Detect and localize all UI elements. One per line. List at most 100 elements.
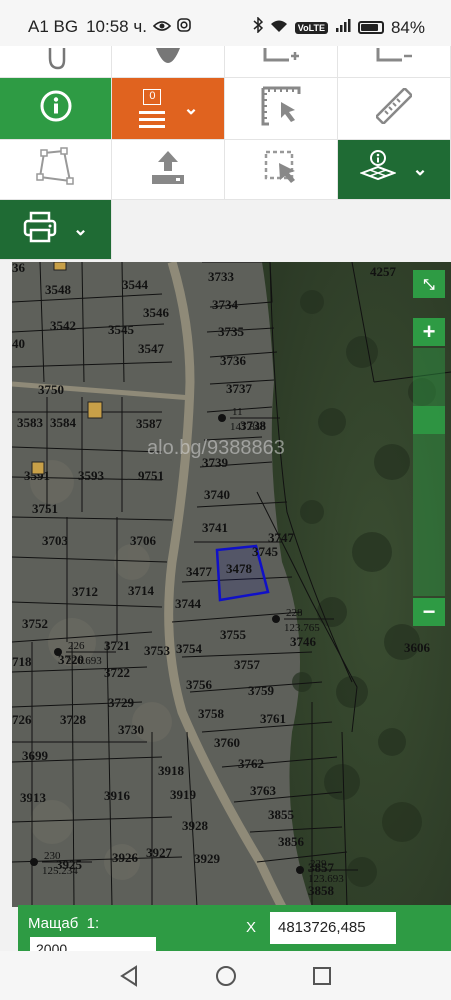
zoom-out-button[interactable]: − (413, 598, 445, 626)
toolbar: 0 ⌄ ⌄ ⌄ (0, 46, 451, 260)
pan-button[interactable] (0, 46, 112, 78)
parcel-label: 3752 (22, 616, 48, 631)
info-button[interactable] (0, 78, 112, 140)
building-marker (31, 461, 45, 475)
zoom-extent-button[interactable] (225, 78, 338, 140)
parcel-label: 3926 (112, 850, 139, 865)
parcel-label: 3928 (182, 818, 209, 833)
upload-button[interactable] (112, 140, 225, 200)
parcel-label: 3478 (226, 561, 253, 576)
parcel-label: 3584 (50, 415, 77, 430)
clock: 10:58 ч. (86, 17, 147, 36)
globe-button[interactable] (112, 46, 225, 78)
building-marker (87, 401, 103, 419)
parcel-label: 3736 (220, 353, 247, 368)
benchmark-elevation: 123.765 (284, 622, 320, 634)
parcel-label: 3739 (202, 455, 229, 470)
parcel-label: 3763 (250, 783, 277, 798)
parcel-label: 3722 (104, 665, 130, 680)
edge-parcel-label: 40 (12, 336, 25, 351)
parcel-label: 3913 (20, 790, 47, 805)
benchmark-number: 229 (310, 858, 327, 870)
eye-icon (152, 17, 172, 37)
remove-zone-button[interactable] (338, 46, 451, 78)
layers-list-icon: 0 (137, 88, 167, 129)
parcel-label: 3699 (22, 748, 49, 763)
parcel-label: 3593 (78, 468, 105, 483)
benchmark-elevation: 147.848 (230, 421, 266, 433)
zoom-slider-track[interactable] (413, 348, 445, 596)
parcel-label: 3747 (268, 530, 295, 545)
info-layers-button[interactable]: ⌄ (338, 140, 451, 200)
x-coordinate-label: X (246, 919, 257, 936)
zoom-in-label: + (422, 319, 436, 344)
parcel-label: 3729 (108, 695, 135, 710)
parcel-label: 3757 (234, 657, 261, 672)
benchmark-number: 230 (44, 850, 61, 862)
parcel-label: 3927 (146, 845, 173, 860)
select-area-button[interactable] (225, 140, 338, 200)
parcel-label: 3546 (143, 305, 170, 320)
remove-zone-icon (374, 48, 414, 75)
status-right: VoLTE 84% (253, 16, 425, 38)
parcel-label: 3744 (175, 596, 202, 611)
parcel-label: 3753 (144, 643, 171, 658)
signal-icon (335, 18, 351, 38)
polygon-button[interactable] (0, 140, 112, 200)
parcel-label: 3583 (17, 415, 44, 430)
parcel-label: 3916 (104, 788, 131, 803)
chevron-down-icon: ⌄ (72, 219, 89, 239)
add-zone-icon (261, 48, 301, 75)
scale-label: Мащаб 1: (28, 915, 100, 932)
parcel-label: 3760 (214, 735, 240, 750)
parcel-label: 3750 (38, 382, 64, 397)
add-zone-button[interactable] (225, 46, 338, 78)
parcel-label: 3587 (136, 416, 163, 431)
parcel-label: 3548 (45, 282, 72, 297)
zoom-in-button[interactable]: + (413, 318, 445, 346)
layer-count: 0 (143, 88, 162, 105)
carrier-label: A1 BG (28, 17, 79, 36)
parcel-label: 3734 (212, 297, 239, 312)
parcel-label: 3929 (194, 851, 221, 866)
layers-list-button[interactable]: 0 ⌄ (112, 78, 225, 140)
parcel-label: 3758 (198, 706, 225, 721)
bluetooth-icon (253, 16, 263, 38)
instagram-icon (177, 17, 191, 37)
parcel-label: 9751 (138, 468, 164, 483)
zoom-out-label: − (422, 599, 436, 624)
parcel-label: 3606 (404, 640, 431, 655)
zoom-slider-thumb[interactable] (413, 406, 445, 434)
measure-button[interactable] (338, 78, 451, 140)
benchmark-elevation: 226.693 (66, 655, 102, 667)
print-icon (23, 211, 57, 248)
globe-icon (154, 48, 182, 75)
x-coordinate-field[interactable]: 4813726,485 (270, 912, 396, 944)
parcel-label: 3918 (158, 763, 185, 778)
select-area-icon (263, 149, 299, 190)
navigation-bar (0, 951, 451, 1000)
map-view[interactable]: alo.bg/9388863 3733 3734 3735 3736 3737 3738 3… (12, 262, 451, 907)
parcel-label: 3714 (128, 583, 155, 598)
recents-icon[interactable] (312, 966, 332, 991)
benchmark-elevation: 123.693 (308, 873, 344, 885)
benchmark-elevation: 125.234 (42, 865, 78, 877)
parcel-label: 3856 (278, 834, 305, 849)
parcel-label: 3728 (60, 712, 87, 727)
chevron-down-icon: ⌄ (412, 159, 428, 179)
parcel-label: 4257 (370, 264, 397, 279)
collapse-arrows-icon: ⤡ (423, 275, 435, 292)
parcel-label: 3741 (202, 520, 228, 535)
parcel-label: 3721 (104, 638, 130, 653)
parcel-label: 3542 (50, 318, 76, 333)
back-icon[interactable] (118, 965, 140, 992)
collapse-button[interactable]: ⤡ (413, 270, 445, 298)
parcel-label: 3855 (268, 807, 295, 822)
hand-icon (44, 48, 68, 75)
parcel-label: 3477 (186, 564, 213, 579)
edge-parcel-label: 718 (12, 654, 32, 669)
ruler-icon (374, 86, 414, 129)
zoom-panel: ⤡ + − (413, 268, 445, 630)
print-button[interactable]: ⌄ (0, 200, 112, 260)
home-icon[interactable] (215, 965, 237, 992)
